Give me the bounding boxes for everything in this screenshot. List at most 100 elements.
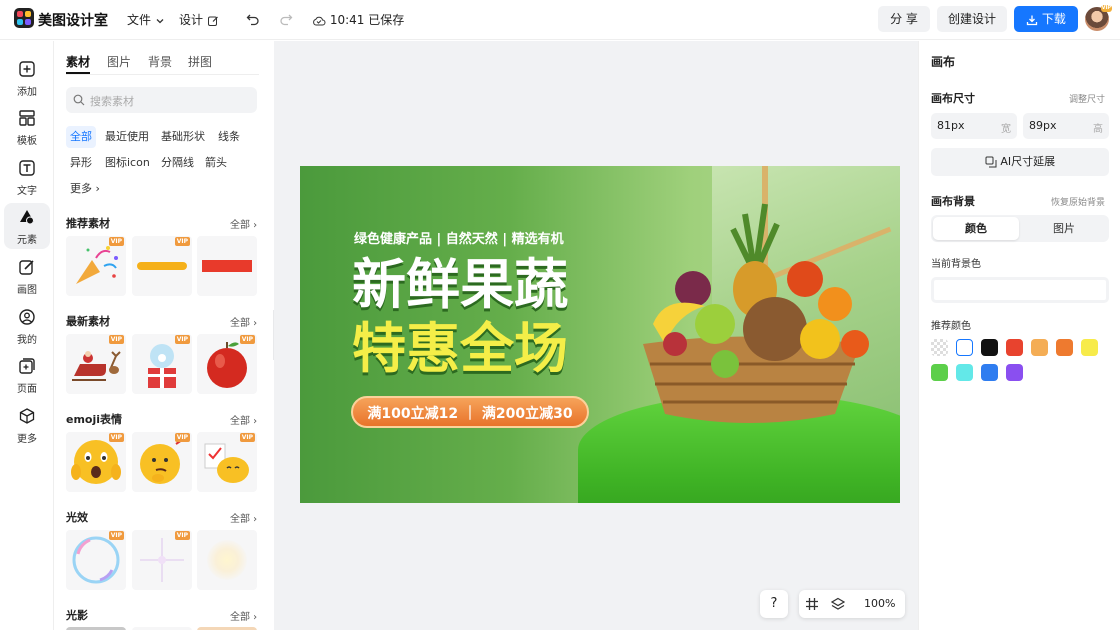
restore-bg-link[interactable]: 恢复原始背景 [1051, 195, 1105, 208]
tab-images[interactable]: 图片 [107, 53, 131, 70]
asset-tile-sleigh[interactable]: VIP [66, 334, 126, 394]
banner-tagline[interactable]: 绿色健康产品 | 自然天然 | 精选有机 [354, 228, 564, 247]
color-swatch[interactable] [931, 339, 948, 356]
vip-badge: VIP [239, 433, 255, 442]
chip-irregular[interactable]: 异形 [66, 152, 96, 174]
nav-text[interactable]: 文字 [4, 154, 50, 200]
page-add-icon [19, 358, 35, 374]
vip-badge: VIP [108, 531, 124, 540]
chip-recent[interactable]: 最近使用 [101, 126, 153, 148]
template-icon [19, 110, 35, 126]
design-menu[interactable]: 设计 [179, 11, 219, 28]
share-button[interactable]: 分 享 [878, 6, 930, 32]
color-swatch[interactable] [956, 364, 973, 381]
nav-draw[interactable]: 画图 [4, 253, 50, 299]
chip-arrows[interactable]: 箭头 [201, 152, 231, 174]
tab-materials[interactable]: 素材 [66, 53, 91, 74]
tab-backgrounds[interactable]: 背景 [148, 53, 172, 70]
section-all-link[interactable]: 全部 › [230, 510, 257, 525]
section-all-link[interactable]: 全部 › [230, 608, 257, 623]
vip-badge: VIP [108, 237, 124, 246]
asset-tile-thinking-emoji[interactable]: VIP [132, 432, 192, 492]
yellow-brush-stroke [137, 262, 187, 270]
download-button[interactable]: 下载 [1014, 6, 1078, 32]
seg-image[interactable]: 图片 [1021, 217, 1107, 240]
recommended-colors-label: 推荐颜色 [931, 321, 971, 332]
panel-title: 画布 [931, 55, 956, 69]
chip-all[interactable]: 全部 [66, 126, 96, 148]
chip-dividers[interactable]: 分隔线 [157, 152, 198, 174]
fruit-basket-image [643, 203, 869, 423]
height-unit: 高 [1093, 124, 1103, 135]
nav-label: 文字 [17, 186, 37, 197]
asset-tile-red-bar[interactable] [197, 236, 257, 296]
asset-tile-scared-emoji[interactable]: VIP [66, 432, 126, 492]
banner-headline-1[interactable]: 新鲜果蔬 [352, 254, 568, 316]
asset-tile-bubble[interactable]: VIP [66, 530, 126, 590]
nav-pages[interactable]: 页面 [4, 352, 50, 398]
search-input[interactable]: 搜索素材 [66, 87, 257, 113]
nav-elements[interactable]: 元素 [4, 203, 50, 249]
width-field[interactable]: 81px 宽 [931, 113, 1017, 139]
asset-tile-gift-globe[interactable]: VIP [132, 334, 192, 394]
redo-icon[interactable] [279, 12, 293, 26]
color-swatch[interactable] [1081, 339, 1098, 356]
cube-icon [19, 408, 35, 424]
all-label: 全部 [230, 318, 250, 329]
nav-add[interactable]: 添加 [4, 55, 50, 101]
current-bg-color[interactable] [931, 277, 1109, 303]
tab-collage[interactable]: 拼图 [188, 53, 212, 70]
color-swatch[interactable] [1056, 339, 1073, 356]
chip-basic-shapes[interactable]: 基础形状 [157, 126, 209, 148]
asset-tile-checklist-emoji[interactable]: VIP [197, 432, 257, 492]
search-placeholder: 搜索素材 [90, 95, 134, 108]
chip-lines[interactable]: 线条 [214, 126, 244, 148]
asset-tile-party-popper[interactable]: VIP [66, 236, 126, 296]
color-swatch[interactable] [981, 364, 998, 381]
create-design-button[interactable]: 创建设计 [937, 6, 1007, 32]
left-nav: 添加 模板 文字 元素 画图 我的 页面 更多 [0, 41, 54, 630]
seg-color[interactable]: 颜色 [933, 217, 1019, 240]
adjust-size-link[interactable]: 调整尺寸 [1069, 92, 1105, 105]
layers-icon[interactable] [831, 597, 845, 611]
nav-templates[interactable]: 模板 [4, 104, 50, 150]
banner-promo-pill[interactable]: 满100立减12 ｜ 满200立减30 [351, 396, 589, 428]
grid-icon[interactable] [805, 597, 819, 611]
plus-square-icon [19, 61, 35, 77]
section-all-link[interactable]: 全部 › [230, 314, 257, 329]
cloud-icon [313, 16, 326, 25]
color-swatch[interactable] [1006, 364, 1023, 381]
asset-tile-sparkle[interactable]: VIP [132, 530, 192, 590]
undo-icon[interactable] [246, 12, 260, 26]
file-menu-label: 文件 [127, 13, 152, 27]
nav-more[interactable]: 更多 [4, 402, 50, 448]
help-button[interactable]: ? [760, 590, 788, 618]
chip-icons[interactable]: 图标icon [101, 152, 154, 174]
section-all-link[interactable]: 全部 › [230, 216, 257, 231]
asset-tile-yellow-stroke[interactable]: VIP [132, 236, 192, 296]
zoom-level[interactable]: 100% [864, 597, 895, 610]
asset-panel: 素材 图片 背景 拼图 搜索素材 全部 最近使用 基础形状 线条 异形 图标ic… [55, 41, 273, 630]
color-swatch[interactable] [956, 339, 973, 356]
asset-tile-apple[interactable]: VIP [197, 334, 257, 394]
nav-mine[interactable]: 我的 [4, 303, 50, 349]
ai-extend-button[interactable]: AI尺寸延展 [931, 148, 1109, 176]
color-swatch[interactable] [1031, 339, 1048, 356]
all-label: 全部 [230, 514, 250, 525]
app-logo[interactable] [14, 8, 34, 28]
avatar[interactable]: VIP [1085, 5, 1112, 31]
color-swatch[interactable] [931, 364, 948, 381]
vip-badge: VIP [174, 335, 190, 344]
color-swatch[interactable] [981, 339, 998, 356]
vip-badge: VIP [239, 335, 255, 344]
nav-label: 我的 [17, 335, 37, 346]
asset-tile-glow[interactable] [197, 530, 257, 590]
chip-more[interactable]: 更多 › [66, 178, 104, 200]
section-all-link[interactable]: 全部 › [230, 412, 257, 427]
zoom-bar: 100% [799, 590, 905, 618]
design-canvas[interactable]: 绿色健康产品 | 自然天然 | 精选有机 新鲜果蔬 特惠全场 满100立减12 … [300, 166, 900, 503]
color-swatch[interactable] [1006, 339, 1023, 356]
height-field[interactable]: 89px 高 [1023, 113, 1109, 139]
banner-headline-2[interactable]: 特惠全场 [352, 318, 568, 380]
file-menu[interactable]: 文件 [127, 11, 165, 28]
